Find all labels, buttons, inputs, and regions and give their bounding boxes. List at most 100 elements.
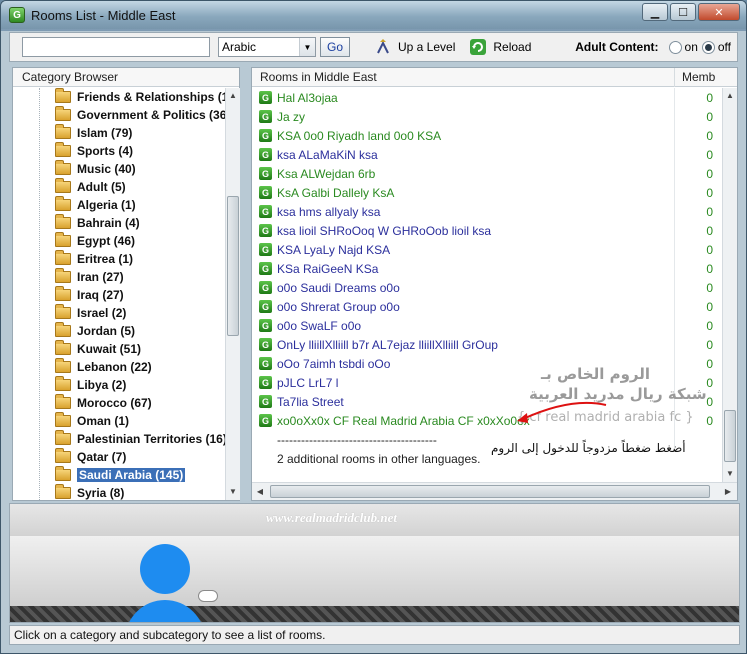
room-row[interactable]: G OnLy lliillXlliill b7r AL7ejaz lliillXl… (252, 335, 722, 354)
scroll-up-icon[interactable]: ▲ (723, 88, 737, 103)
room-row[interactable]: G KsA Galbi Dallely KsA 0 (252, 183, 722, 202)
category-item[interactable]: Syria (8) (55, 484, 124, 500)
category-item[interactable]: Oman (1) (55, 412, 129, 430)
room-name: Ksa ALWejdan 6rb (277, 166, 376, 181)
folder-icon (55, 304, 71, 319)
members-column-header[interactable]: Memb (674, 68, 722, 87)
language-select-value: Arabic (222, 40, 257, 54)
room-icon: G (259, 376, 272, 389)
room-row[interactable]: Gksa hms allyaly ksa 0 (252, 202, 722, 221)
scroll-left-icon[interactable]: ◀ (253, 484, 267, 499)
room-icon: G (259, 91, 272, 104)
category-label: Saudi Arabia (145) (77, 468, 186, 482)
room-icon: G (259, 300, 272, 313)
scroll-up-icon[interactable]: ▲ (226, 88, 240, 103)
room-name: o0o SwaLF o0o (277, 318, 362, 333)
room-row[interactable]: Gksa ALaMaKiN ksa 0 (252, 145, 722, 164)
scroll-thumb[interactable] (227, 196, 239, 336)
category-item[interactable]: Eritrea (1) (55, 250, 133, 268)
room-row[interactable]: G Ja zy 0 (252, 107, 722, 126)
category-item[interactable]: Iraq (27) (55, 286, 124, 304)
adult-on-radio[interactable] (668, 40, 682, 54)
room-name: oOo 7aimh tsbdi oOo (277, 356, 391, 371)
rooms-hscrollbar[interactable]: ◀ ▶ (252, 482, 737, 500)
room-row[interactable]: G Hal Al3ojaa 0 (252, 88, 722, 107)
category-item[interactable]: Palestinian Territories (16) (55, 430, 225, 448)
category-item[interactable]: Bahrain (4) (55, 214, 140, 232)
room-row[interactable]: GoOo 7aimh tsbdi oOo 0 (252, 354, 722, 373)
rooms-scrollbar[interactable]: ▲ ▼ (722, 88, 737, 482)
folder-icon (55, 394, 71, 409)
scroll-down-icon[interactable]: ▼ (723, 466, 737, 481)
title-bar: G Rooms List - Middle East ▁ ☐ ✕ (1, 1, 746, 29)
room-icon: G (259, 110, 272, 123)
reload-button[interactable]: Reload (469, 38, 531, 56)
category-item[interactable]: Kuwait (51) (55, 340, 141, 358)
close-button[interactable]: ✕ (698, 3, 740, 21)
reload-label: Reload (493, 40, 532, 54)
category-item[interactable]: Saudi Arabia (145) (55, 466, 186, 484)
avatar (140, 544, 190, 594)
category-scrollbar[interactable]: ▲ ▼ (225, 88, 240, 500)
category-item[interactable]: Qatar (7) (55, 448, 126, 466)
room-icon: G (259, 205, 272, 218)
folder-icon (55, 232, 71, 247)
room-row[interactable]: G Ksa ALWejdan 6rb 0 (252, 164, 722, 183)
window-title: Rooms List - Middle East (31, 7, 176, 23)
category-item[interactable]: Algeria (1) (55, 196, 136, 214)
toolbar: Arabic ▼ Go Up a Level Reload Adult Cont… (9, 32, 738, 62)
folder-icon (55, 106, 71, 121)
category-item[interactable]: Libya (2) (55, 376, 126, 394)
category-item[interactable]: Jordan (5) (55, 322, 135, 340)
category-item[interactable]: Lebanon (22) (55, 358, 152, 376)
language-select[interactable]: Arabic ▼ (218, 37, 316, 57)
category-item[interactable]: Islam (79) (55, 124, 132, 142)
category-item[interactable]: Sports (4) (55, 142, 133, 160)
adult-off-radio[interactable] (701, 40, 715, 54)
hscroll-thumb[interactable] (270, 485, 710, 498)
room-name: xo0oXx0x CF Real Madrid Arabia CF x0xXo0… (277, 413, 530, 428)
room-row[interactable]: Go0o Saudi Dreams o0o 0 (252, 278, 722, 297)
room-member-count: 0 (706, 280, 713, 295)
category-item[interactable]: Iran (27) (55, 268, 124, 286)
room-row[interactable]: G KSA LyaLy Najd KSA 0 (252, 240, 722, 259)
category-item[interactable]: Egypt (46) (55, 232, 135, 250)
watermark-url: www.realmadridclub.net (266, 510, 397, 525)
folder-icon (55, 250, 71, 265)
room-row[interactable]: Go0o SwaLF o0o 0 (252, 316, 722, 335)
scroll-down-icon[interactable]: ▼ (226, 484, 240, 499)
category-item[interactable]: Government & Politics (36 (55, 106, 225, 124)
chevron-down-icon: ▼ (299, 38, 315, 56)
category-label: Islam (79) (77, 126, 133, 140)
category-item[interactable]: Adult (5) (55, 178, 126, 196)
folder-icon (55, 322, 71, 337)
scroll-thumb[interactable] (724, 410, 736, 462)
room-row[interactable]: Gksa lioil SHRoOoq W GHRoOob lioil ksa 0 (252, 221, 722, 240)
annotation-arabic-line1: الروم الخاص بـ (541, 365, 651, 383)
maximize-button[interactable]: ☐ (670, 3, 696, 21)
up-level-button[interactable]: Up a Level (374, 38, 455, 56)
room-name: o0o Shrerat Group o0o (277, 299, 400, 314)
category-item[interactable]: Music (40) (55, 160, 136, 178)
category-browser: Category Browser Friends & Relationships… (12, 67, 240, 501)
category-item[interactable]: Israel (2) (55, 304, 126, 322)
room-row[interactable]: G KSA 0o0 Riyadh land 0o0 KSA 0 (252, 126, 722, 145)
category-label: Morocco (67) (77, 396, 152, 410)
search-input[interactable] (22, 37, 210, 57)
go-button[interactable]: Go (320, 37, 350, 57)
rooms-column-header[interactable]: Rooms in Middle East (260, 68, 377, 87)
category-label: Bahrain (4) (77, 216, 140, 230)
scroll-right-icon[interactable]: ▶ (721, 484, 735, 499)
folder-icon (55, 124, 71, 139)
category-item[interactable]: Friends & Relationships (1 (55, 88, 225, 106)
folder-icon (55, 142, 71, 157)
adult-content-toggle: Adult Content: on off (575, 40, 731, 54)
category-tree: Friends & Relationships (1 Government & P… (13, 88, 225, 500)
category-item[interactable]: Morocco (67) (55, 394, 152, 412)
banner-band: www.realmadridclub.net (10, 504, 739, 536)
room-row[interactable]: Go0o Shrerat Group o0o 0 (252, 297, 722, 316)
category-label: Music (40) (77, 162, 136, 176)
minimize-button[interactable]: ▁ (642, 3, 668, 21)
category-label: Adult (5) (77, 180, 126, 194)
room-row[interactable]: G KSa RaiGeeN KSa 0 (252, 259, 722, 278)
